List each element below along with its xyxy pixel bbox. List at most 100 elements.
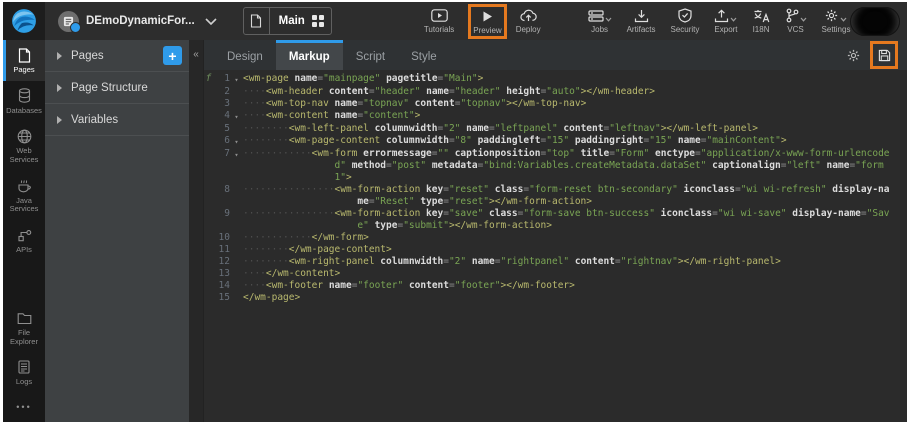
code-line[interactable]: 9················<wm-form-action key="sa… [204,208,907,232]
preview-button[interactable]: Preview [473,9,501,35]
fold-arrow-icon[interactable]: ▾ [230,110,243,123]
sidebar-item-web-services[interactable]: Web Services [3,121,45,170]
page-file-icon[interactable] [244,8,270,34]
preview-label: Preview [473,27,501,35]
security-menu[interactable]: Security [671,8,700,34]
code-text[interactable]: ····<wm-footer name="footer" content="fo… [243,280,907,292]
fold-slot [230,98,243,99]
code-text[interactable]: <wm-page name="mainpage" pagetitle="Main… [243,73,907,85]
code-line[interactable]: 10 ············</wm-form> [204,232,907,244]
folder-icon [17,310,32,326]
artifacts-menu[interactable]: Artifacts [627,8,656,34]
code-text[interactable]: ····<wm-content name="content"> [243,110,907,122]
tab-style[interactable]: Style [398,40,450,70]
jobs-menu[interactable]: Jobs [588,8,612,34]
code-line[interactable]: f1▾<wm-page name="mainpage" pagetitle="M… [204,73,907,86]
tab-markup[interactable]: Markup [276,40,343,70]
page-grid-icon[interactable] [305,15,331,27]
project-selector[interactable]: DEmoDynamicFor... [58,11,195,32]
code-text[interactable]: ············<wm-form errormessage="" cap… [243,148,907,184]
settings-menu[interactable]: Settings [822,8,851,34]
save-button[interactable] [878,49,891,62]
code-text[interactable]: </wm-page> [243,292,907,304]
panel-section-pages[interactable]: Pages + [45,40,189,72]
chevron-down-icon[interactable] [205,18,217,25]
code-text[interactable]: ········<wm-left-panel columnwidth="2" n… [243,123,907,135]
code-line[interactable]: 13 ····</wm-content> [204,268,907,280]
panel-section-variables[interactable]: Variables [45,104,189,136]
code-text[interactable]: ········</wm-page-content> [243,244,907,256]
user-account-pill[interactable] [850,7,900,36]
coffee-icon [17,178,32,194]
deploy-label: Deploy [516,26,541,34]
shield-icon [678,8,692,23]
code-text[interactable]: ····<wm-top-nav name="topnav" content="t… [243,98,907,110]
code-text[interactable]: ········<wm-page-content columnwidth="8"… [243,135,907,147]
vcs-menu[interactable]: VCS [785,8,807,34]
code-text[interactable]: ········<wm-right-panel columnwidth="2" … [243,256,907,268]
jobs-label: Jobs [591,26,608,34]
code-line[interactable]: 11········</wm-page-content> [204,244,907,256]
sidebar-label: Java Services [6,197,42,214]
app-logo[interactable] [3,2,45,40]
fold-slot [230,280,243,281]
triangle-right-icon [57,116,62,124]
deploy-button[interactable]: Deploy [516,8,541,34]
code-line[interactable]: 12········<wm-right-panel columnwidth="2… [204,256,907,268]
sidebar-item-java-services[interactable]: Java Services [3,171,45,220]
code-line[interactable]: 4▾····<wm-content name="content"> [204,110,907,123]
tutorials-button[interactable]: Tutorials [424,8,454,34]
code-text[interactable]: ····<wm-header content="header" name="he… [243,86,907,98]
code-text[interactable]: ····</wm-content> [243,268,907,280]
sidebar-item-file-explorer[interactable]: File Explorer [3,303,45,352]
code-line[interactable]: 15</wm-page> [204,292,907,304]
line-number: 13 [213,268,230,280]
code-text[interactable]: ············</wm-form> [243,232,907,244]
code-line[interactable]: 6▾········<wm-page-content columnwidth="… [204,135,907,148]
add-page-button[interactable]: + [163,46,182,65]
export-label: Export [714,26,737,34]
fold-slot [230,232,243,233]
sidebar-item-logs[interactable]: Logs [3,352,45,393]
pages-icon [18,47,31,63]
gear-icon [824,8,839,23]
page-tab-group: Main [243,7,332,35]
code-line[interactable]: 14····<wm-footer name="footer" content="… [204,280,907,292]
chevron-down-icon [730,17,737,22]
tab-design[interactable]: Design [214,40,276,70]
more-menu-button[interactable]: ••• [3,393,45,422]
project-avatar [58,11,79,32]
project-badge [70,22,81,33]
i18n-label: I18N [753,26,770,34]
collapse-panel-button[interactable]: « [193,49,199,60]
code-line[interactable]: 2····<wm-header content="header" name="h… [204,86,907,98]
line-number: 5 [213,123,230,135]
code-line[interactable]: 5 ········<wm-left-panel columnwidth="2" … [204,123,907,135]
code-text[interactable]: ················<wm-form-action key="sav… [243,208,907,232]
line-number: 10 [213,232,230,244]
editor-settings-button[interactable] [846,48,861,63]
sidebar-item-databases[interactable]: Databases [3,81,45,122]
active-page-tab[interactable]: Main [270,15,305,27]
code-editor[interactable]: f1▾<wm-page name="mainpage" pagetitle="M… [204,70,907,422]
topbar-menu: Jobs Artifacts Security [588,8,851,34]
fold-arrow-icon[interactable]: ▾ [230,148,243,161]
export-menu[interactable]: Export [714,8,737,34]
sidebar-item-apis[interactable]: APIs [3,220,45,261]
code-line[interactable]: 3····<wm-top-nav name="topnav" content="… [204,98,907,110]
fold-arrow-icon[interactable]: ▾ [230,73,243,86]
cloud-upload-icon [520,8,537,23]
i18n-menu[interactable]: I18N [753,8,770,34]
panel-section-page-structure[interactable]: Page Structure [45,72,189,104]
panel-collapse-strip: « [189,40,204,422]
fold-slot [230,86,243,87]
sidebar-item-pages[interactable]: Pages [3,40,45,81]
code-line[interactable]: 8················<wm-form-action key="re… [204,184,907,208]
tab-script[interactable]: Script [343,40,398,70]
save-highlight-box [870,41,898,69]
triangle-right-icon [57,52,62,60]
code-text[interactable]: ················<wm-form-action key="res… [243,184,907,208]
code-line[interactable]: 7▾············<wm-form errormessage="" c… [204,148,907,184]
editor-tabs: Design Markup Script Style [214,40,450,70]
fold-arrow-icon[interactable]: ▾ [230,135,243,148]
